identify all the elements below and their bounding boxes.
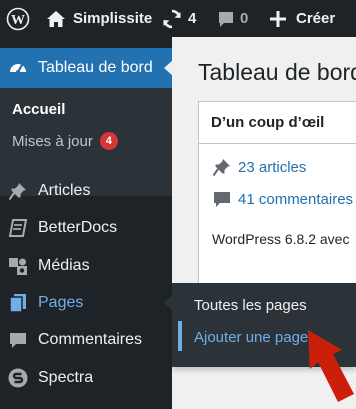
spectra-icon (8, 368, 28, 388)
wordpress-version-text: WordPress 6.8.2 avec (212, 231, 350, 247)
updates-icon[interactable] (161, 0, 183, 37)
submenu-updates-label: Mises à jour (12, 132, 93, 150)
updates-badge: 4 (99, 132, 118, 150)
menu-pages[interactable]: Pages (0, 284, 173, 321)
comment-icon[interactable] (216, 0, 236, 37)
menu-commentaires[interactable]: Commentaires (0, 321, 172, 358)
menu-medias-label: Médias (38, 256, 90, 274)
menu-medias[interactable]: Médias (0, 247, 172, 284)
updates-count[interactable]: 4 (188, 0, 196, 37)
active-item-indicator (178, 321, 182, 351)
dashboard-icon (8, 58, 28, 83)
menu-betterdocs-label: BetterDocs (38, 218, 118, 236)
media-icon (8, 256, 28, 276)
pages-flyout-arrow (164, 295, 173, 311)
new-content-link[interactable]: Créer (296, 0, 335, 37)
submenu-home[interactable]: Accueil (12, 101, 65, 118)
menu-articles[interactable]: Articles (0, 172, 172, 209)
flyout-all-pages[interactable]: Toutes les pages (194, 297, 307, 314)
articles-count-label: 23 articles (238, 158, 307, 176)
menu-pages-label: Pages (38, 293, 84, 311)
widget-title[interactable]: D’un coup d’œil (199, 102, 356, 144)
plus-icon[interactable] (269, 0, 287, 37)
pages-icon (8, 293, 28, 313)
page-title: Tableau de bord (198, 59, 356, 85)
docs-icon (8, 218, 28, 238)
comments-count-link[interactable]: 41 commentaires (212, 189, 353, 209)
home-icon[interactable] (46, 0, 66, 37)
wordpress-logo-icon[interactable]: W (6, 0, 30, 37)
flyout-add-page[interactable]: Ajouter une page (194, 329, 308, 346)
comment-icon (212, 189, 232, 209)
annotation-arrow-icon (308, 330, 354, 402)
site-name-link[interactable]: Simplissite (73, 0, 152, 37)
at-a-glance-widget: D’un coup d’œil 23 articles 41 commentai… (198, 101, 356, 306)
menu-dashboard-label: Tableau de bord (38, 59, 153, 76)
menu-dashboard[interactable]: Tableau de bord (0, 48, 173, 88)
pin-icon (8, 181, 28, 201)
admin-bar: W Simplissite 4 0 Créer (0, 0, 356, 37)
menu-betterdocs[interactable]: BetterDocs (0, 209, 172, 246)
menu-articles-label: Articles (38, 181, 91, 199)
comments-count[interactable]: 0 (240, 0, 248, 37)
menu-spectra-label: Spectra (38, 368, 94, 386)
svg-text:W: W (11, 13, 25, 28)
articles-count-link[interactable]: 23 articles (212, 157, 306, 177)
pin-icon (212, 157, 232, 177)
menu-spectra[interactable]: Spectra (0, 359, 172, 396)
comment-icon (8, 330, 28, 350)
submenu-updates[interactable]: Mises à jour 4 (12, 132, 118, 150)
admin-sidebar: Tableau de bord Accueil Mises à jour 4 A… (0, 37, 173, 409)
comments-count-label: 41 commentaires (238, 190, 354, 208)
menu-commentaires-label: Commentaires (38, 330, 143, 348)
